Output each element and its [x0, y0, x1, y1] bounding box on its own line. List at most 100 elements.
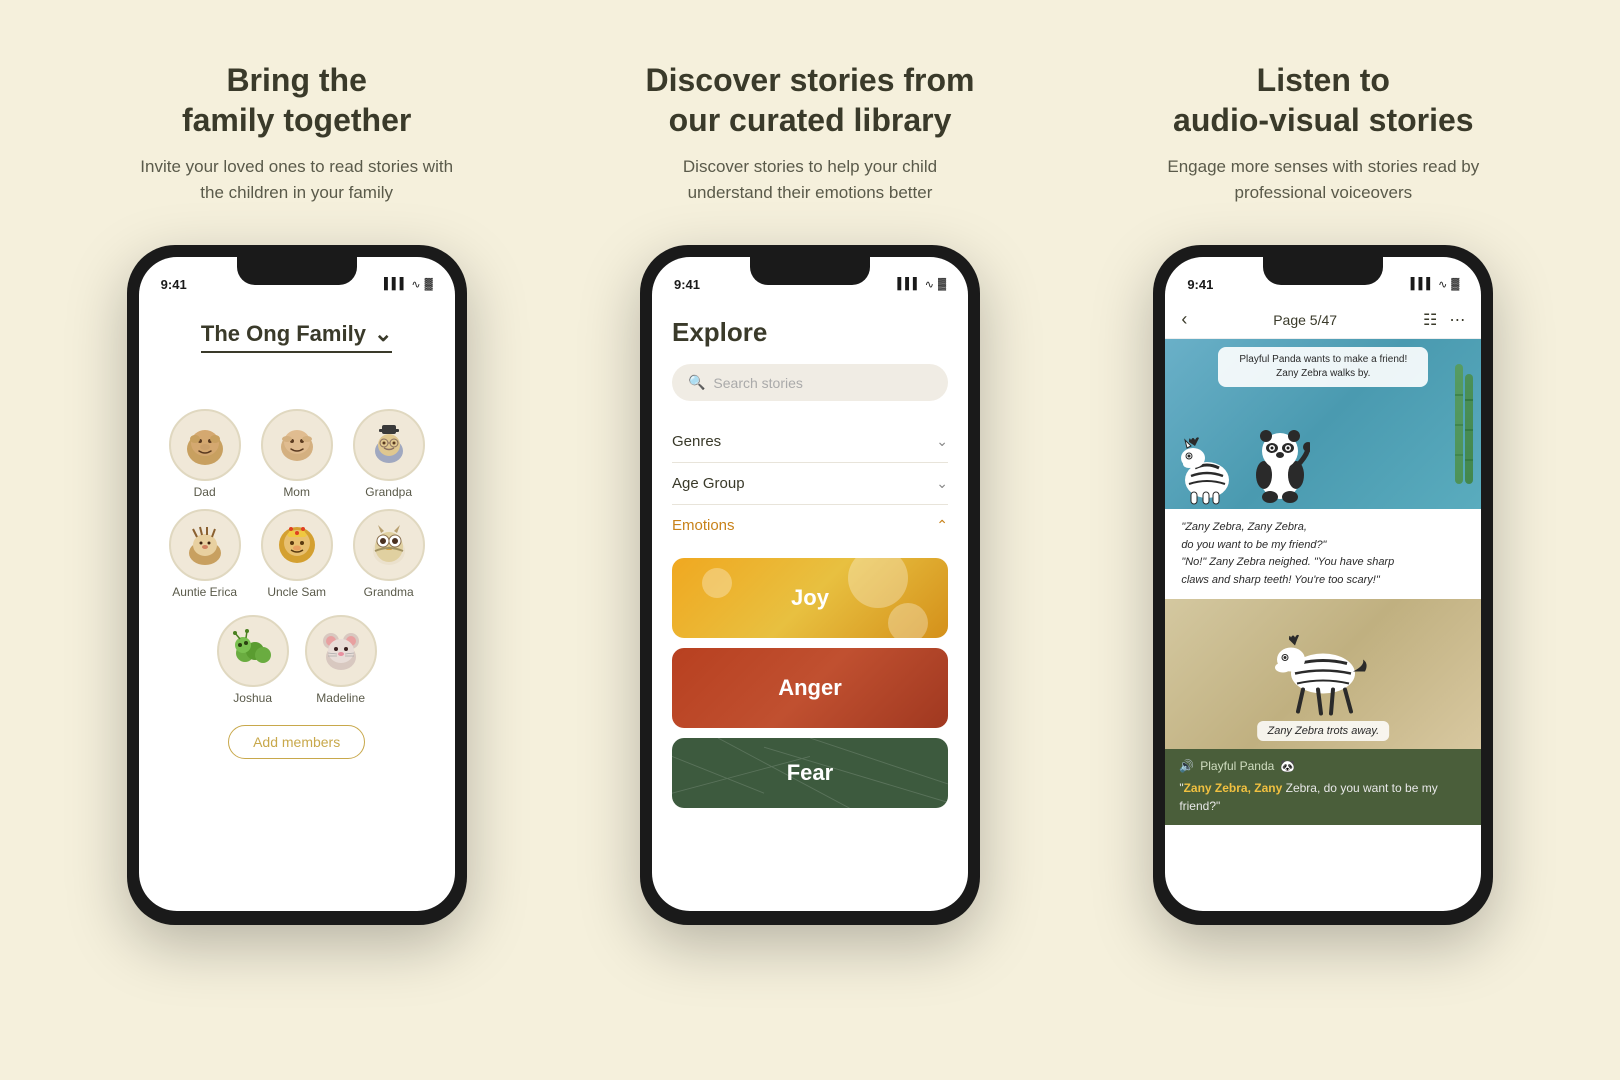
phone-2-screen: 9:41 ▌▌▌ ∿ ▓ Explore 🔍 Search stories Ge… [652, 257, 968, 911]
status-icons-1: ▌▌▌ ∿ ▓ [384, 278, 433, 291]
column-3: Listen to audio-visual stories Engage mo… [1067, 60, 1580, 1080]
filter-age-group[interactable]: Age Group ⌄ [672, 463, 948, 505]
emotion-anger-card[interactable]: Anger [672, 648, 948, 728]
avatar-dad-circle [169, 409, 241, 481]
avatar-madeline-circle [305, 615, 377, 687]
add-members-section: Add members [163, 725, 431, 759]
avatar-uncle[interactable]: Uncle Sam [255, 509, 339, 599]
reading-mode-icon[interactable]: ☷ [1423, 310, 1437, 330]
back-button[interactable]: ‹ [1181, 309, 1187, 330]
nav-icons: ☷ ⋯ [1423, 310, 1465, 330]
joy-label: Joy [791, 585, 829, 611]
mom-icon [269, 417, 325, 473]
avatar-uncle-circle [261, 509, 333, 581]
column-2: Discover stories from our curated librar… [553, 60, 1066, 1080]
panda-illustration [1250, 425, 1310, 505]
avatar-grandma-circle [353, 509, 425, 581]
dad-icon [177, 417, 233, 473]
avatar-mom-circle [261, 409, 333, 481]
page-info: Page 5/47 [1273, 312, 1337, 328]
avatar-auntie[interactable]: Auntie Erica [163, 509, 247, 599]
avatar-mom[interactable]: Mom [255, 409, 339, 499]
status-icons-2: ▌▌▌ ∿ ▓ [897, 278, 946, 291]
grandma-label: Grandma [364, 585, 414, 599]
madeline-label: Madeline [316, 691, 365, 705]
story-bubble: Playful Panda wants to make a friend! Za… [1218, 347, 1428, 387]
phone-1: 9:41 ▌▌▌ ∿ ▓ The Ong Family ⌄ [127, 245, 467, 925]
status-time-3: 9:41 [1187, 277, 1213, 292]
search-placeholder: Search stories [713, 375, 802, 391]
avatar-auntie-circle [169, 509, 241, 581]
joshua-icon [225, 623, 281, 679]
battery-icon-2: ▓ [938, 278, 946, 290]
genres-chevron: ⌄ [936, 433, 948, 450]
zebra-trot-illustration [1263, 622, 1383, 722]
phone-3: 9:41 ▌▌▌ ∿ ▓ ‹ Page 5/47 ☷ ⋯ [1153, 245, 1493, 925]
add-members-button[interactable]: Add members [228, 725, 365, 759]
phone-2-notch [750, 257, 870, 285]
joshua-label: Joshua [233, 691, 272, 705]
story-dialogue: "Zany Zebra, Zany Zebra, do you want to … [1165, 509, 1481, 599]
filter-genres[interactable]: Genres ⌄ [672, 421, 948, 463]
mom-label: Mom [283, 485, 310, 499]
filter-emotions[interactable]: Emotions ⌃ [672, 505, 948, 546]
joy-shape-3 [702, 568, 732, 598]
p1-content: The Ong Family ⌄ [139, 301, 455, 779]
wifi-icon: ∿ [411, 278, 420, 291]
fear-label: Fear [787, 760, 833, 786]
emotions-label: Emotions [672, 517, 735, 534]
col1-title: Bring the family together [182, 60, 411, 140]
emotions-chevron: ⌃ [936, 517, 948, 534]
uncle-label: Uncle Sam [267, 585, 326, 599]
avatar-grandpa-circle [353, 409, 425, 481]
joy-shape-1 [848, 558, 908, 608]
phone-1-notch [237, 257, 357, 285]
audio-quote: "Zany Zebra, Zany Zebra, do you want to … [1179, 779, 1467, 815]
zebra-illustration [1175, 430, 1240, 505]
scene2-text: Zany Zebra trots away. [1257, 721, 1389, 741]
status-time-2: 9:41 [674, 277, 700, 292]
signal-icon: ▌▌▌ [384, 278, 407, 290]
phone-3-screen: 9:41 ▌▌▌ ∿ ▓ ‹ Page 5/47 ☷ ⋯ [1165, 257, 1481, 911]
explore-title: Explore [672, 317, 948, 348]
family-name-text: The Ong Family [201, 321, 366, 347]
emotion-fear-card[interactable]: Fear [672, 738, 948, 808]
audio-highlight: Zany Zebra, Zany [1184, 781, 1283, 795]
anger-label: Anger [778, 675, 842, 701]
emotions-section: Joy Anger [672, 546, 948, 808]
avatar-grandma[interactable]: Grandma [347, 509, 431, 599]
emotion-joy-card[interactable]: Joy [672, 558, 948, 638]
auntie-label: Auntie Erica [172, 585, 237, 599]
phone-1-screen: 9:41 ▌▌▌ ∿ ▓ The Ong Family ⌄ [139, 257, 455, 911]
status-time-1: 9:41 [161, 277, 187, 292]
avatar-dad[interactable]: Dad [163, 409, 247, 499]
grandpa-icon [361, 417, 417, 473]
avatar-joshua[interactable]: Joshua [217, 615, 289, 705]
family-name[interactable]: The Ong Family ⌄ [201, 321, 392, 353]
signal-icon-3: ▌▌▌ [1411, 278, 1434, 290]
avatar-grid: Dad [163, 409, 431, 599]
p3-nav: ‹ Page 5/47 ☷ ⋯ [1165, 301, 1481, 339]
avatar-madeline[interactable]: Madeline [305, 615, 377, 705]
panda-emoji: 🐼 [1280, 759, 1295, 773]
age-group-label: Age Group [672, 475, 745, 492]
madeline-icon [313, 623, 369, 679]
search-bar[interactable]: 🔍 Search stories [672, 364, 948, 401]
chevron-down-icon: ⌄ [374, 321, 392, 347]
col3-title: Listen to audio-visual stories [1173, 60, 1474, 140]
phone-3-notch [1263, 257, 1383, 285]
avatar-joshua-circle [217, 615, 289, 687]
uncle-icon [269, 517, 325, 573]
signal-icon-2: ▌▌▌ [897, 278, 920, 290]
avatar-grandpa[interactable]: Grandpa [347, 409, 431, 499]
battery-icon: ▓ [425, 278, 433, 290]
joy-shape-2 [888, 603, 928, 638]
audio-bar-header: 🔊 Playful Panda 🐼 [1179, 759, 1467, 773]
page-wrapper: Bring the family together Invite your lo… [0, 0, 1620, 1080]
more-options-icon[interactable]: ⋯ [1449, 310, 1465, 330]
col2-title: Discover stories from our curated librar… [645, 60, 974, 140]
auntie-icon [177, 517, 233, 573]
search-icon: 🔍 [688, 374, 705, 391]
age-group-chevron: ⌄ [936, 475, 948, 492]
wifi-icon-3: ∿ [1438, 278, 1447, 291]
